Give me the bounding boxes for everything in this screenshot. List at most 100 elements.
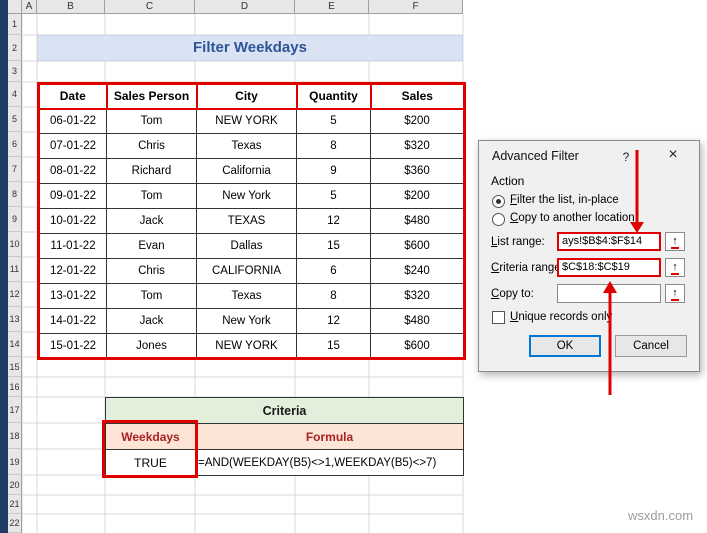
col-header-city[interactable]: City	[195, 82, 298, 110]
cell-quantity[interactable]: 6	[296, 258, 371, 284]
cell-date[interactable]: 06-01-22	[38, 108, 107, 134]
cell-city[interactable]: TEXAS	[196, 208, 297, 234]
cell-city[interactable]: NEW YORK	[196, 333, 297, 359]
cell-quantity[interactable]: 5	[296, 183, 371, 209]
row-header-9[interactable]: 9	[8, 207, 22, 232]
column-header-c[interactable]: C	[105, 0, 195, 14]
cell-city[interactable]: NEW YORK	[196, 108, 297, 134]
criteria-weekdays-header[interactable]: Weekdays	[105, 423, 196, 450]
cell-person[interactable]: Tom	[106, 283, 197, 309]
row-header-18[interactable]: 18	[8, 423, 22, 449]
help-icon[interactable]: ?	[617, 148, 635, 166]
col-header-sales-person[interactable]: Sales Person	[105, 82, 198, 110]
row-header-7[interactable]: 7	[8, 157, 22, 182]
col-header-sales[interactable]: Sales	[369, 82, 466, 110]
criteria-formula-header[interactable]: Formula	[195, 423, 464, 450]
cell-sales[interactable]: $480	[370, 208, 465, 234]
cell-quantity[interactable]: 12	[296, 308, 371, 334]
column-header-d[interactable]: D	[195, 0, 295, 14]
cell-person[interactable]: Chris	[106, 258, 197, 284]
row-header-15[interactable]: 15	[8, 357, 22, 377]
cell-person[interactable]: Evan	[106, 233, 197, 259]
cell-city[interactable]: New York	[196, 183, 297, 209]
radio-filter-in-place[interactable]	[492, 195, 505, 208]
col-header-quantity[interactable]: Quantity	[295, 82, 372, 110]
unique-records-label[interactable]: Unique records only	[510, 311, 612, 323]
col-header-date[interactable]: Date	[37, 82, 108, 110]
row-header-20[interactable]: 20	[8, 475, 22, 495]
cell-sales[interactable]: $360	[370, 158, 465, 184]
row-header-22[interactable]: 22	[8, 514, 22, 533]
column-header-f[interactable]: F	[369, 0, 463, 14]
criteria-range-input[interactable]: $C$18:$C$19	[557, 258, 661, 277]
row-header-21[interactable]: 21	[8, 495, 22, 514]
row-header-14[interactable]: 14	[8, 332, 22, 357]
cell-person[interactable]: Richard	[106, 158, 197, 184]
cell-sales[interactable]: $600	[370, 333, 465, 359]
cell-quantity[interactable]: 8	[296, 133, 371, 159]
copy-to-picker-button[interactable]: ↑	[665, 284, 685, 303]
cell-person[interactable]: Jack	[106, 208, 197, 234]
cell-date[interactable]: 11-01-22	[38, 233, 107, 259]
cell-sales[interactable]: $200	[370, 183, 465, 209]
cell-person[interactable]: Tom	[106, 108, 197, 134]
criteria-range-picker-button[interactable]: ↑	[665, 258, 685, 277]
cancel-button[interactable]: Cancel	[615, 335, 687, 357]
cell-quantity[interactable]: 9	[296, 158, 371, 184]
radio-filter-in-place-label[interactable]: Filter the list, in-place	[510, 194, 619, 206]
cell-date[interactable]: 14-01-22	[38, 308, 107, 334]
list-range-picker-button[interactable]: ↑	[665, 232, 685, 251]
cell-date[interactable]: 15-01-22	[38, 333, 107, 359]
cell-quantity[interactable]: 8	[296, 283, 371, 309]
row-header-3[interactable]: 3	[8, 61, 22, 82]
title-banner-cell[interactable]: Filter Weekdays	[37, 35, 463, 61]
cell-city[interactable]: Texas	[196, 283, 297, 309]
unique-records-checkbox[interactable]	[492, 311, 505, 324]
cell-sales[interactable]: $240	[370, 258, 465, 284]
row-header-6[interactable]: 6	[8, 132, 22, 157]
row-header-17[interactable]: 17	[8, 397, 22, 423]
cell-person[interactable]: Jack	[106, 308, 197, 334]
cell-city[interactable]: California	[196, 158, 297, 184]
cell-quantity[interactable]: 5	[296, 108, 371, 134]
ok-button[interactable]: OK	[529, 335, 601, 357]
select-all-corner[interactable]	[8, 0, 22, 14]
criteria-formula-cell[interactable]: =AND(WEEKDAY(B5)<>1,WEEKDAY(B5)<>7)	[195, 449, 464, 476]
row-header-13[interactable]: 13	[8, 307, 22, 332]
cell-quantity[interactable]: 12	[296, 208, 371, 234]
cell-date[interactable]: 12-01-22	[38, 258, 107, 284]
cell-person[interactable]: Tom	[106, 183, 197, 209]
row-header-19[interactable]: 19	[8, 449, 22, 475]
cell-date[interactable]: 09-01-22	[38, 183, 107, 209]
cell-sales[interactable]: $320	[370, 283, 465, 309]
row-header-8[interactable]: 8	[8, 182, 22, 207]
cell-person[interactable]: Chris	[106, 133, 197, 159]
cell-date[interactable]: 10-01-22	[38, 208, 107, 234]
cell-quantity[interactable]: 15	[296, 333, 371, 359]
cell-sales[interactable]: $480	[370, 308, 465, 334]
row-header-16[interactable]: 16	[8, 377, 22, 397]
copy-to-input[interactable]	[557, 284, 661, 303]
cell-date[interactable]: 13-01-22	[38, 283, 107, 309]
column-header-e[interactable]: E	[295, 0, 369, 14]
cell-date[interactable]: 07-01-22	[38, 133, 107, 159]
cell-city[interactable]: Texas	[196, 133, 297, 159]
cell-city[interactable]: New York	[196, 308, 297, 334]
cell-quantity[interactable]: 15	[296, 233, 371, 259]
list-range-input[interactable]: ays!$B$4:$F$14	[557, 232, 661, 251]
cell-city[interactable]: Dallas	[196, 233, 297, 259]
cell-sales[interactable]: $200	[370, 108, 465, 134]
row-header-2[interactable]: 2	[8, 35, 22, 61]
cell-sales[interactable]: $320	[370, 133, 465, 159]
cell-city[interactable]: CALIFORNIA	[196, 258, 297, 284]
column-header-a[interactable]: A	[22, 0, 37, 14]
cell-date[interactable]: 08-01-22	[38, 158, 107, 184]
row-header-12[interactable]: 12	[8, 282, 22, 307]
row-header-5[interactable]: 5	[8, 107, 22, 132]
row-header-4[interactable]: 4	[8, 82, 22, 107]
cell-sales[interactable]: $600	[370, 233, 465, 259]
criteria-true-cell[interactable]: TRUE	[105, 449, 196, 476]
row-header-11[interactable]: 11	[8, 257, 22, 282]
cell-person[interactable]: Jones	[106, 333, 197, 359]
radio-copy-to-location-label[interactable]: Copy to another location	[510, 212, 635, 224]
